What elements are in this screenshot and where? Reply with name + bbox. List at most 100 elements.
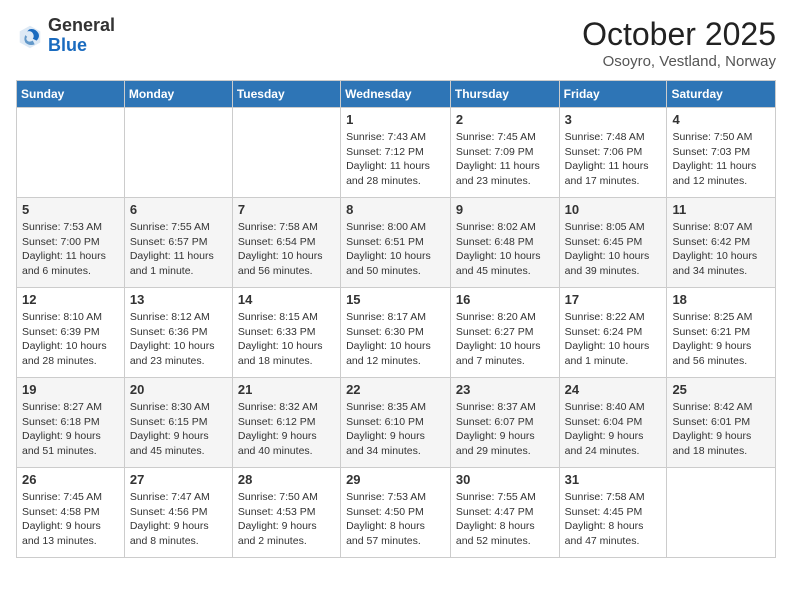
day-info: Sunrise: 8:10 AM Sunset: 6:39 PM Dayligh… [22,310,119,369]
day-number: 17 [565,292,662,307]
day-cell [124,108,232,198]
day-cell: 19 Sunrise: 8:27 AM Sunset: 6:18 PM Dayli… [17,378,125,468]
logo-icon [16,22,44,50]
day-cell: 14 Sunrise: 8:15 AM Sunset: 6:33 PM Dayli… [232,288,340,378]
day-cell: 13Sunrise: 8:12 AM Sunset: 6:36 PM Dayli… [124,288,232,378]
header-row: SundayMondayTuesdayWednesdayThursdayFrid… [17,81,776,108]
day-cell: 18Sunrise: 8:25 AM Sunset: 6:21 PM Dayli… [667,288,776,378]
day-header-saturday: Saturday [667,81,776,108]
calendar-table: SundayMondayTuesdayWednesdayThursdayFrid… [16,80,776,558]
day-info: Sunrise: 8:25 AM Sunset: 6:21 PM Dayligh… [672,310,770,369]
day-header-sunday: Sunday [17,81,125,108]
day-number: 10 [565,202,662,217]
day-cell: 1 Sunrise: 7:43 AM Sunset: 7:12 PM Daylig… [341,108,451,198]
day-info: Sunrise: 8:32 AM Sunset: 6:12 PM Dayligh… [238,400,335,459]
day-info: Sunrise: 7:58 AM Sunset: 6:54 PM Dayligh… [238,220,335,279]
day-info: Sunrise: 8:30 AM Sunset: 6:15 PM Dayligh… [130,400,227,459]
day-cell: 4 Sunrise: 7:50 AM Sunset: 7:03 PM Daylig… [667,108,776,198]
day-number: 2 [456,112,554,127]
day-header-thursday: Thursday [450,81,559,108]
day-cell: 30 Sunrise: 7:55 AM Sunset: 4:47 PM Dayli… [450,468,559,558]
day-number: 15 [346,292,445,307]
day-cell [232,108,340,198]
day-info: Sunrise: 7:50 AM Sunset: 7:03 PM Dayligh… [672,130,770,189]
day-info: Sunrise: 8:35 AM Sunset: 6:10 PM Dayligh… [346,400,445,459]
day-info: Sunrise: 7:48 AM Sunset: 7:06 PM Dayligh… [565,130,662,189]
day-number: 7 [238,202,335,217]
day-number: 6 [130,202,227,217]
day-number: 25 [672,382,770,397]
day-number: 27 [130,472,227,487]
day-info: Sunrise: 8:17 AM Sunset: 6:30 PM Dayligh… [346,310,445,369]
day-cell [667,468,776,558]
day-number: 28 [238,472,335,487]
day-info: Sunrise: 8:20 AM Sunset: 6:27 PM Dayligh… [456,310,554,369]
day-cell: 20 Sunrise: 8:30 AM Sunset: 6:15 PM Dayli… [124,378,232,468]
day-number: 3 [565,112,662,127]
week-row-1: 1 Sunrise: 7:43 AM Sunset: 7:12 PM Daylig… [17,108,776,198]
day-number: 23 [456,382,554,397]
day-header-wednesday: Wednesday [341,81,451,108]
day-info: Sunrise: 8:22 AM Sunset: 6:24 PM Dayligh… [565,310,662,369]
day-number: 30 [456,472,554,487]
week-row-2: 5Sunrise: 7:53 AM Sunset: 7:00 PM Daylig… [17,198,776,288]
day-info: Sunrise: 8:05 AM Sunset: 6:45 PM Dayligh… [565,220,662,279]
day-info: Sunrise: 7:53 AM Sunset: 7:00 PM Dayligh… [22,220,119,279]
day-number: 20 [130,382,227,397]
day-info: Sunrise: 8:40 AM Sunset: 6:04 PM Dayligh… [565,400,662,459]
day-cell: 23 Sunrise: 8:37 AM Sunset: 6:07 PM Dayli… [450,378,559,468]
day-cell: 15 Sunrise: 8:17 AM Sunset: 6:30 PM Dayli… [341,288,451,378]
day-info: Sunrise: 7:55 AM Sunset: 4:47 PM Dayligh… [456,490,554,549]
day-cell: 11Sunrise: 8:07 AM Sunset: 6:42 PM Dayli… [667,198,776,288]
day-number: 8 [346,202,445,217]
day-info: Sunrise: 8:42 AM Sunset: 6:01 PM Dayligh… [672,400,770,459]
day-cell: 5Sunrise: 7:53 AM Sunset: 7:00 PM Daylig… [17,198,125,288]
day-cell: 22 Sunrise: 8:35 AM Sunset: 6:10 PM Dayli… [341,378,451,468]
logo-text: General Blue [48,16,115,56]
day-info: Sunrise: 8:00 AM Sunset: 6:51 PM Dayligh… [346,220,445,279]
day-cell: 7 Sunrise: 7:58 AM Sunset: 6:54 PM Daylig… [232,198,340,288]
day-number: 24 [565,382,662,397]
day-number: 4 [672,112,770,127]
day-cell: 2Sunrise: 7:45 AM Sunset: 7:09 PM Daylig… [450,108,559,198]
week-row-4: 19 Sunrise: 8:27 AM Sunset: 6:18 PM Dayli… [17,378,776,468]
day-info: Sunrise: 8:37 AM Sunset: 6:07 PM Dayligh… [456,400,554,459]
day-number: 29 [346,472,445,487]
day-info: Sunrise: 7:53 AM Sunset: 4:50 PM Dayligh… [346,490,445,549]
day-number: 19 [22,382,119,397]
day-cell: 8 Sunrise: 8:00 AM Sunset: 6:51 PM Daylig… [341,198,451,288]
day-cell: 29 Sunrise: 7:53 AM Sunset: 4:50 PM Dayli… [341,468,451,558]
day-info: Sunrise: 7:43 AM Sunset: 7:12 PM Dayligh… [346,130,445,189]
day-cell: 25 Sunrise: 8:42 AM Sunset: 6:01 PM Dayli… [667,378,776,468]
day-info: Sunrise: 8:27 AM Sunset: 6:18 PM Dayligh… [22,400,119,459]
day-cell: 9 Sunrise: 8:02 AM Sunset: 6:48 PM Daylig… [450,198,559,288]
day-cell: 3 Sunrise: 7:48 AM Sunset: 7:06 PM Daylig… [559,108,667,198]
day-info: Sunrise: 7:50 AM Sunset: 4:53 PM Dayligh… [238,490,335,549]
day-number: 31 [565,472,662,487]
day-number: 14 [238,292,335,307]
day-info: Sunrise: 8:15 AM Sunset: 6:33 PM Dayligh… [238,310,335,369]
day-info: Sunrise: 7:47 AM Sunset: 4:56 PM Dayligh… [130,490,227,549]
day-info: Sunrise: 7:58 AM Sunset: 4:45 PM Dayligh… [565,490,662,549]
day-number: 1 [346,112,445,127]
day-cell: 24 Sunrise: 8:40 AM Sunset: 6:04 PM Dayli… [559,378,667,468]
day-number: 22 [346,382,445,397]
day-number: 16 [456,292,554,307]
day-cell: 27 Sunrise: 7:47 AM Sunset: 4:56 PM Dayli… [124,468,232,558]
day-number: 21 [238,382,335,397]
day-header-friday: Friday [559,81,667,108]
day-cell [17,108,125,198]
day-cell: 28 Sunrise: 7:50 AM Sunset: 4:53 PM Dayli… [232,468,340,558]
day-cell: 21 Sunrise: 8:32 AM Sunset: 6:12 PM Dayli… [232,378,340,468]
page-header: General Blue October 2025 Osoyro, Vestla… [16,16,776,70]
week-row-3: 12Sunrise: 8:10 AM Sunset: 6:39 PM Dayli… [17,288,776,378]
day-cell: 6Sunrise: 7:55 AM Sunset: 6:57 PM Daylig… [124,198,232,288]
day-cell: 12Sunrise: 8:10 AM Sunset: 6:39 PM Dayli… [17,288,125,378]
day-number: 11 [672,202,770,217]
day-number: 13 [130,292,227,307]
day-info: Sunrise: 8:02 AM Sunset: 6:48 PM Dayligh… [456,220,554,279]
day-cell: 16 Sunrise: 8:20 AM Sunset: 6:27 PM Dayli… [450,288,559,378]
day-header-monday: Monday [124,81,232,108]
day-number: 9 [456,202,554,217]
title-block: October 2025 Osoyro, Vestland, Norway [582,16,776,70]
